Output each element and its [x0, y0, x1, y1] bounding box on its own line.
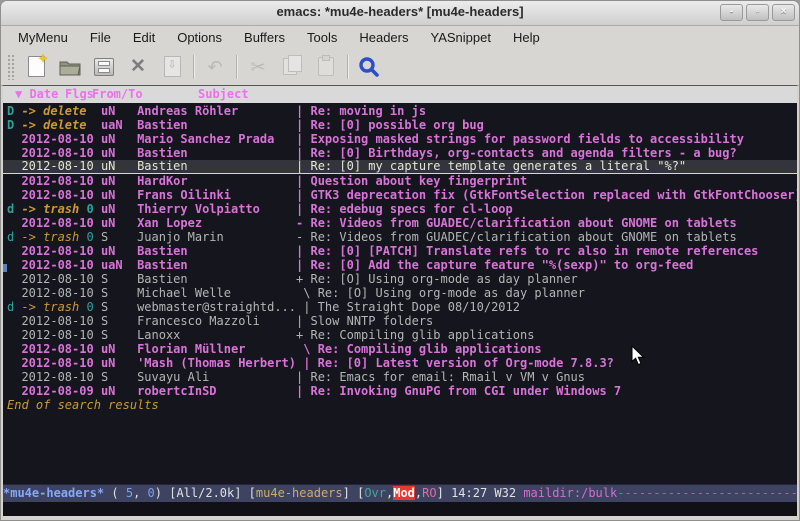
message-row[interactable]: 2012-08-10 S Bastien + Re: [O] Using org… — [3, 272, 797, 286]
echo-area[interactable] — [3, 502, 797, 516]
mode-line: *mu4e-headers* ( 5, 0) [All/2.0k] [mu4e-… — [3, 484, 797, 502]
column-from-to[interactable]: From/To — [92, 87, 143, 101]
headers-header-line: ▼ Date Flgs From/To Subject — [3, 85, 797, 103]
message-row[interactable]: D -> delete uaN Bastien | Re: [0] possib… — [3, 118, 797, 132]
maximize-button[interactable]: ▫ — [746, 4, 769, 21]
undo-icon[interactable]: ↶ — [198, 52, 232, 82]
message-row[interactable]: 2012-08-10 S Francesco Mazzoli | Slow NN… — [3, 314, 797, 328]
toolbar-separator — [236, 55, 237, 79]
menu-edit[interactable]: Edit — [122, 28, 166, 47]
message-row[interactable]: 2012-08-10 uN Bastien | Re: [0] [PATCH] … — [3, 244, 797, 258]
close-button[interactable]: × — [772, 4, 795, 21]
message-row[interactable]: 2012-08-10 S Lanoxx + Re: Compiling glib… — [3, 328, 797, 342]
toolbar-drag-handle[interactable] — [7, 54, 15, 80]
emacs-window: emacs: *mu4e-headers* [mu4e-headers] - ▫… — [0, 0, 800, 521]
message-row[interactable]: d -> trash 0 uN Thierry Volpiatto | Re: … — [3, 202, 797, 216]
menu-help[interactable]: Help — [502, 28, 551, 47]
menu-tools[interactable]: Tools — [296, 28, 348, 47]
tool-bar: ✦ ✕ ⇩ ↶ ✂ — [1, 48, 799, 86]
menu-options[interactable]: Options — [166, 28, 233, 47]
end-of-search-results: End of search results — [3, 398, 797, 412]
paste-icon[interactable] — [309, 52, 343, 82]
close-buffer-icon[interactable]: ✕ — [121, 52, 155, 82]
message-row[interactable]: 2012-08-10 S Suvayu Ali | Re: Emacs for … — [3, 370, 797, 384]
titlebar[interactable]: emacs: *mu4e-headers* [mu4e-headers] - ▫… — [1, 1, 799, 26]
message-row[interactable]: D -> delete uN Andreas Röhler | Re: movi… — [3, 104, 797, 118]
message-row[interactable]: 2012-08-10 uN Frans Oilinki | GTK3 depre… — [3, 188, 797, 202]
search-icon[interactable] — [352, 52, 386, 82]
message-row[interactable]: 2012-08-10 uN Bastien | Re: [0] my captu… — [3, 160, 797, 174]
sort-column-date[interactable]: ▼ Date — [15, 87, 58, 101]
menu-bar: MyMenu File Edit Options Buffers Tools H… — [1, 26, 799, 48]
save-icon[interactable] — [87, 52, 121, 82]
menu-mymenu[interactable]: MyMenu — [7, 28, 79, 47]
message-list: D -> delete uN Andreas Röhler | Re: movi… — [3, 102, 797, 485]
open-folder-icon[interactable] — [53, 52, 87, 82]
message-row[interactable]: d -> trash 0 S webmaster@straightd... | … — [3, 300, 797, 314]
menu-file[interactable]: File — [79, 28, 122, 47]
message-row[interactable]: 2012-08-10 uN Xan Lopez - Re: Videos fro… — [3, 216, 797, 230]
window-title: emacs: *mu4e-headers* [mu4e-headers] — [1, 4, 799, 19]
toolbar-separator — [347, 55, 348, 79]
message-row[interactable]: 2012-08-10 uaN Bastien | Re: [0] Add the… — [3, 258, 797, 272]
column-subject[interactable]: Subject — [198, 87, 249, 101]
message-row[interactable]: 2012-08-09 uN robertcInSD | Re: Invoking… — [3, 384, 797, 398]
emacs-text-area: ▼ Date Flgs From/To Subject D -> delete … — [3, 85, 797, 516]
message-row[interactable]: 2012-08-10 uN Florian Müllner \ Re: Comp… — [3, 342, 797, 356]
message-row[interactable]: 2012-08-10 uN Bastien | Re: [0] Birthday… — [3, 146, 797, 160]
message-row[interactable]: d -> trash 0 S Juanjo Marin - Re: Videos… — [3, 230, 797, 244]
save-as-icon[interactable]: ⇩ — [155, 52, 189, 82]
menu-yasnippet[interactable]: YASnippet — [419, 28, 501, 47]
message-row[interactable]: 2012-08-10 uN Mario Sanchez Prada | Expo… — [3, 132, 797, 146]
message-row[interactable]: 2012-08-10 uN HardKor | Question about k… — [3, 174, 797, 188]
fringe-cursor-indicator — [3, 264, 7, 272]
message-row[interactable]: 2012-08-10 uN 'Mash (Thomas Herbert) | R… — [3, 356, 797, 370]
cut-icon[interactable]: ✂ — [241, 52, 275, 82]
minimize-button[interactable]: - — [720, 4, 743, 21]
window-controls: - ▫ × — [720, 4, 795, 21]
copy-icon[interactable] — [275, 52, 309, 82]
message-row[interactable]: 2012-08-10 S Michael Welle \ Re: [O] Usi… — [3, 286, 797, 300]
toolbar-separator — [193, 55, 194, 79]
menu-buffers[interactable]: Buffers — [233, 28, 296, 47]
new-document-icon[interactable]: ✦ — [19, 52, 53, 82]
column-flags[interactable]: Flgs — [65, 87, 94, 101]
menu-headers[interactable]: Headers — [348, 28, 419, 47]
